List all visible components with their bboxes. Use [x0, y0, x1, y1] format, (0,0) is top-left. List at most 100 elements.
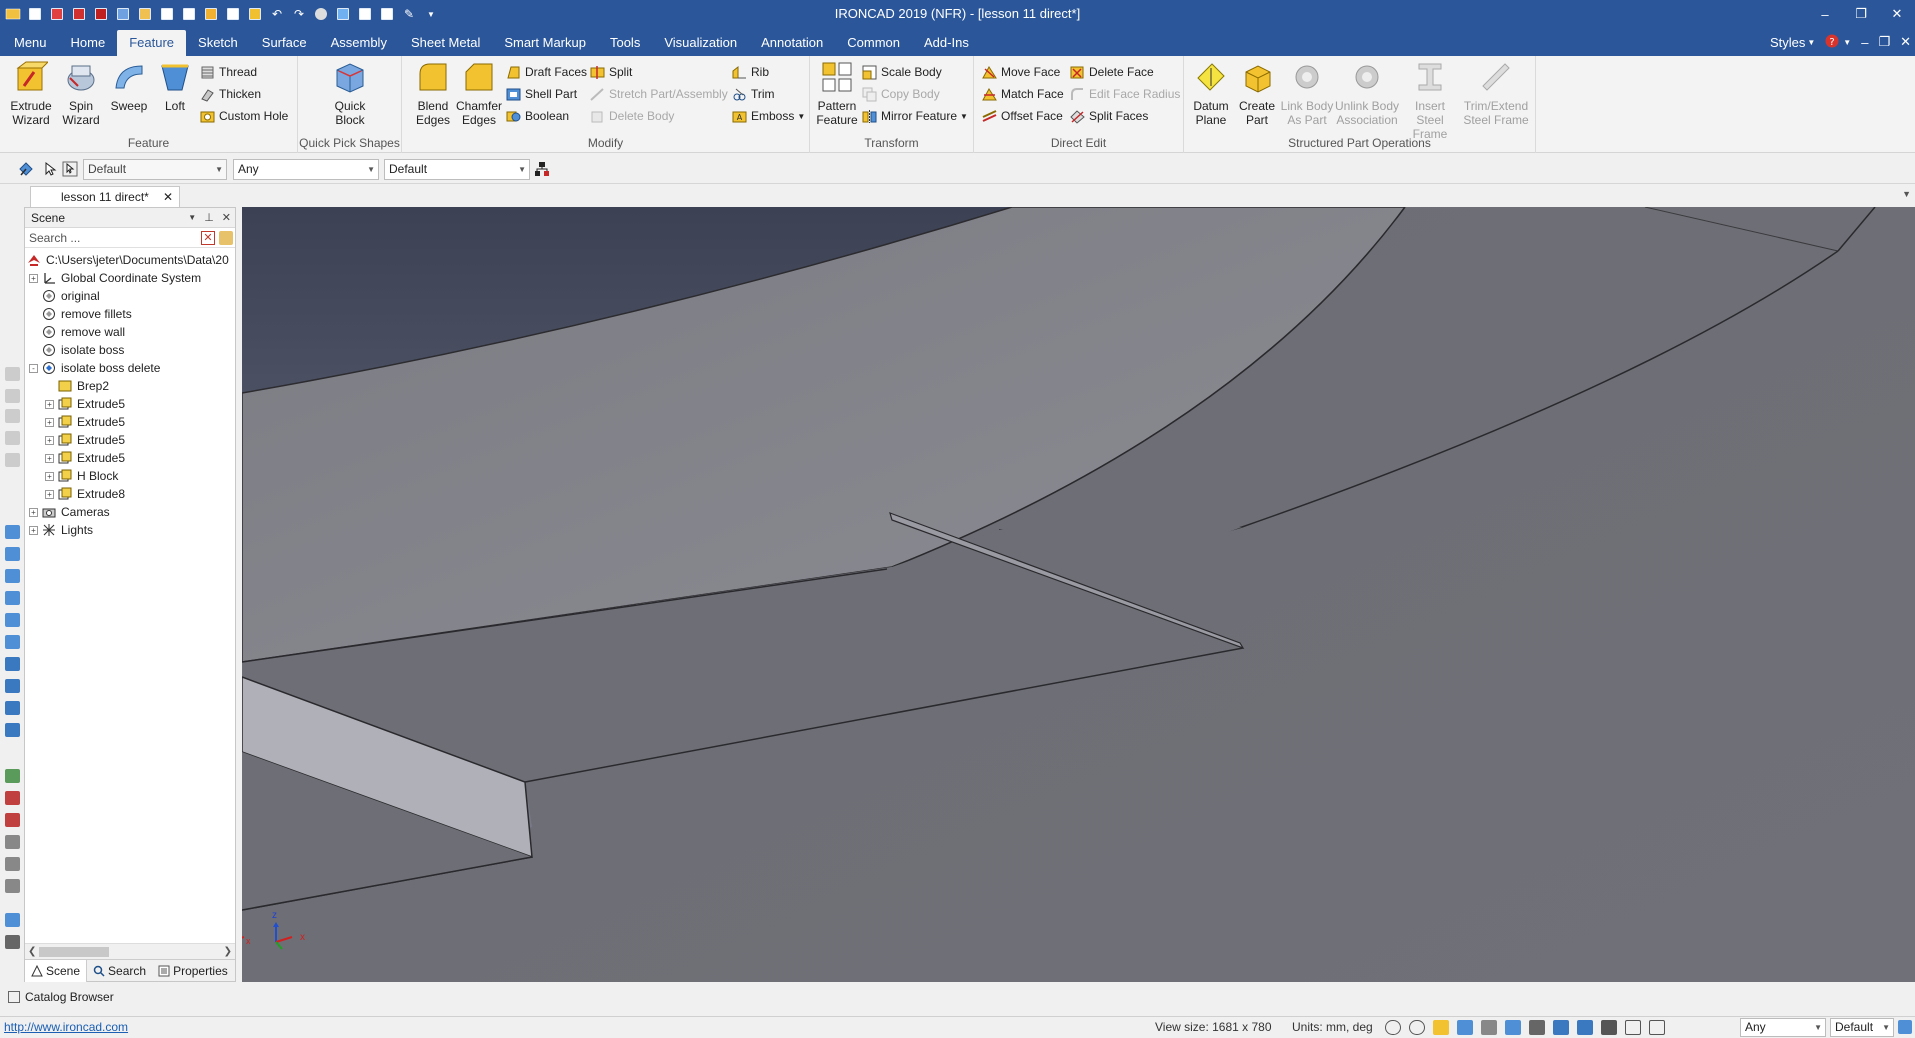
tree-node[interactable]: + Global Coordinate System: [25, 269, 235, 287]
thicken-button[interactable]: Thicken: [200, 84, 261, 104]
delete-face-button[interactable]: Delete Face: [1070, 62, 1154, 82]
view-tool-2-icon[interactable]: [5, 389, 20, 403]
new-scene-icon[interactable]: [48, 5, 66, 23]
view-iso-icon[interactable]: [5, 657, 20, 671]
edit-face-radius-button[interactable]: Edit Face Radius: [1070, 84, 1180, 104]
rotate-icon[interactable]: [5, 879, 20, 893]
render-mode-icon[interactable]: [1433, 1020, 1449, 1035]
open-folder-icon[interactable]: [136, 5, 154, 23]
shell-part-button[interactable]: Shell Part: [506, 84, 577, 104]
style-select[interactable]: Default ▼: [83, 159, 227, 180]
status-pointer-icon[interactable]: [1625, 1020, 1641, 1035]
help-dropdown-icon[interactable]: ▼: [1843, 38, 1851, 47]
save-icon[interactable]: [158, 5, 176, 23]
status-settings-icon[interactable]: [1898, 1020, 1912, 1034]
tree-node[interactable]: - isolate boss delete: [25, 359, 235, 377]
tab-feature[interactable]: Feature: [117, 30, 187, 56]
datum-plane-button[interactable]: Datum Plane: [1188, 60, 1234, 127]
ironcad-link[interactable]: http://www.ironcad.com: [4, 1017, 128, 1038]
expand-icon[interactable]: +: [29, 525, 38, 535]
tree-node[interactable]: original: [25, 287, 235, 305]
draft-faces-button[interactable]: Draft Faces: [506, 62, 587, 82]
doc-restore-button[interactable]: ❐: [1878, 34, 1890, 50]
undo-icon[interactable]: ↶: [268, 5, 286, 23]
expand-icon[interactable]: +: [45, 417, 54, 427]
tree-node[interactable]: + Extrude5: [25, 413, 235, 431]
delete-body-button[interactable]: Delete Body: [590, 106, 674, 126]
pointer-icon[interactable]: [42, 161, 58, 177]
view-bottom-icon[interactable]: [5, 635, 20, 649]
sphere-icon[interactable]: [312, 5, 330, 23]
view-left-icon[interactable]: [5, 569, 20, 583]
pattern-feature-button[interactable]: Pattern Feature: [814, 60, 860, 127]
scale-body-button[interactable]: Scale Body: [862, 62, 942, 82]
tree-node[interactable]: + Lights: [25, 521, 235, 539]
expand-icon[interactable]: +: [45, 435, 54, 445]
mirror-feature-button[interactable]: Mirror Feature ▼: [862, 106, 968, 126]
link-body-as-part-button[interactable]: Link Body As Part: [1280, 60, 1334, 127]
tree-node[interactable]: isolate boss: [25, 341, 235, 359]
insert-steel-frame-button[interactable]: Insert Steel Frame: [1402, 60, 1458, 141]
expand-icon[interactable]: +: [29, 273, 38, 283]
split-faces-button[interactable]: Split Faces: [1070, 106, 1148, 126]
tab-home[interactable]: Home: [59, 30, 118, 56]
3d-viewport[interactable]: z x: [242, 207, 1915, 982]
spin-wizard-button[interactable]: Spin Wizard: [58, 60, 104, 127]
view-right-icon[interactable]: [5, 591, 20, 605]
unlink-body-association-button[interactable]: Unlink Body Association: [1334, 60, 1400, 127]
view-tool-5-icon[interactable]: [5, 453, 20, 467]
view-top-icon[interactable]: [5, 613, 20, 627]
emboss-dropdown-icon[interactable]: ▼: [797, 112, 805, 121]
select-mode-icon[interactable]: [1649, 1020, 1665, 1035]
zoom-fit-icon[interactable]: [1409, 1020, 1425, 1035]
document-list-dropdown-icon[interactable]: ▼: [1902, 189, 1911, 199]
create-part-button[interactable]: Create Part: [1234, 60, 1280, 127]
expand-icon[interactable]: +: [45, 453, 54, 463]
rib-button[interactable]: Rib: [732, 62, 769, 82]
link-icon[interactable]: [5, 913, 20, 927]
expand-icon[interactable]: +: [45, 489, 54, 499]
match-face-button[interactable]: Match Face: [982, 84, 1064, 104]
clear-search-icon[interactable]: ✕: [201, 231, 215, 245]
print-icon[interactable]: [180, 5, 198, 23]
view-tool-1-icon[interactable]: [5, 367, 20, 381]
emboss-button[interactable]: A Emboss ▼: [732, 106, 805, 126]
snap-icon[interactable]: [1601, 1020, 1617, 1035]
tree-node[interactable]: + Extrude5: [25, 431, 235, 449]
minimize-button[interactable]: –: [1807, 0, 1843, 28]
sweep-button[interactable]: Sweep: [106, 60, 152, 113]
scene-horizontal-scrollbar[interactable]: ❮ ❯: [25, 943, 235, 959]
tab-properties[interactable]: Properties: [152, 960, 234, 982]
pen-icon[interactable]: ✎: [400, 5, 418, 23]
styles-menu[interactable]: Styles: [1770, 35, 1805, 50]
scene-dropdown-icon[interactable]: ▼: [188, 208, 196, 228]
tree-node[interactable]: Brep2: [25, 377, 235, 395]
interference-icon[interactable]: [5, 813, 20, 827]
new-drawing-icon[interactable]: [70, 5, 88, 23]
move-face-button[interactable]: Move Face: [982, 62, 1060, 82]
tab-smart-markup[interactable]: Smart Markup: [492, 30, 598, 56]
mode-select[interactable]: Default ▼: [384, 159, 530, 180]
filter-select[interactable]: Any ▼: [233, 159, 379, 180]
extrude-wizard-button[interactable]: Extrude Wizard: [8, 60, 54, 127]
view-back-icon[interactable]: [5, 547, 20, 561]
camera-icon[interactable]: [1529, 1020, 1545, 1035]
render-icon[interactable]: [334, 5, 352, 23]
angle-icon[interactable]: [5, 835, 20, 849]
new-icon[interactable]: [26, 5, 44, 23]
orbit-icon[interactable]: [5, 857, 20, 871]
expand-icon[interactable]: +: [45, 399, 54, 409]
tree-node[interactable]: + Extrude5: [25, 395, 235, 413]
new-assembly-icon[interactable]: [92, 5, 110, 23]
scroll-right-icon[interactable]: ❯: [224, 944, 232, 960]
view-tool-4-icon[interactable]: [5, 431, 20, 445]
tab-visualization[interactable]: Visualization: [652, 30, 749, 56]
tab-tools[interactable]: Tools: [598, 30, 652, 56]
tab-annotation[interactable]: Annotation: [749, 30, 835, 56]
mirror-dropdown-icon[interactable]: ▼: [960, 112, 968, 121]
expand-icon[interactable]: +: [29, 507, 38, 517]
tree-node[interactable]: remove wall: [25, 323, 235, 341]
tab-menu[interactable]: Menu: [0, 30, 59, 56]
chamfer-edges-button[interactable]: Chamfer Edges: [456, 60, 502, 127]
close-button[interactable]: ✕: [1879, 0, 1915, 28]
